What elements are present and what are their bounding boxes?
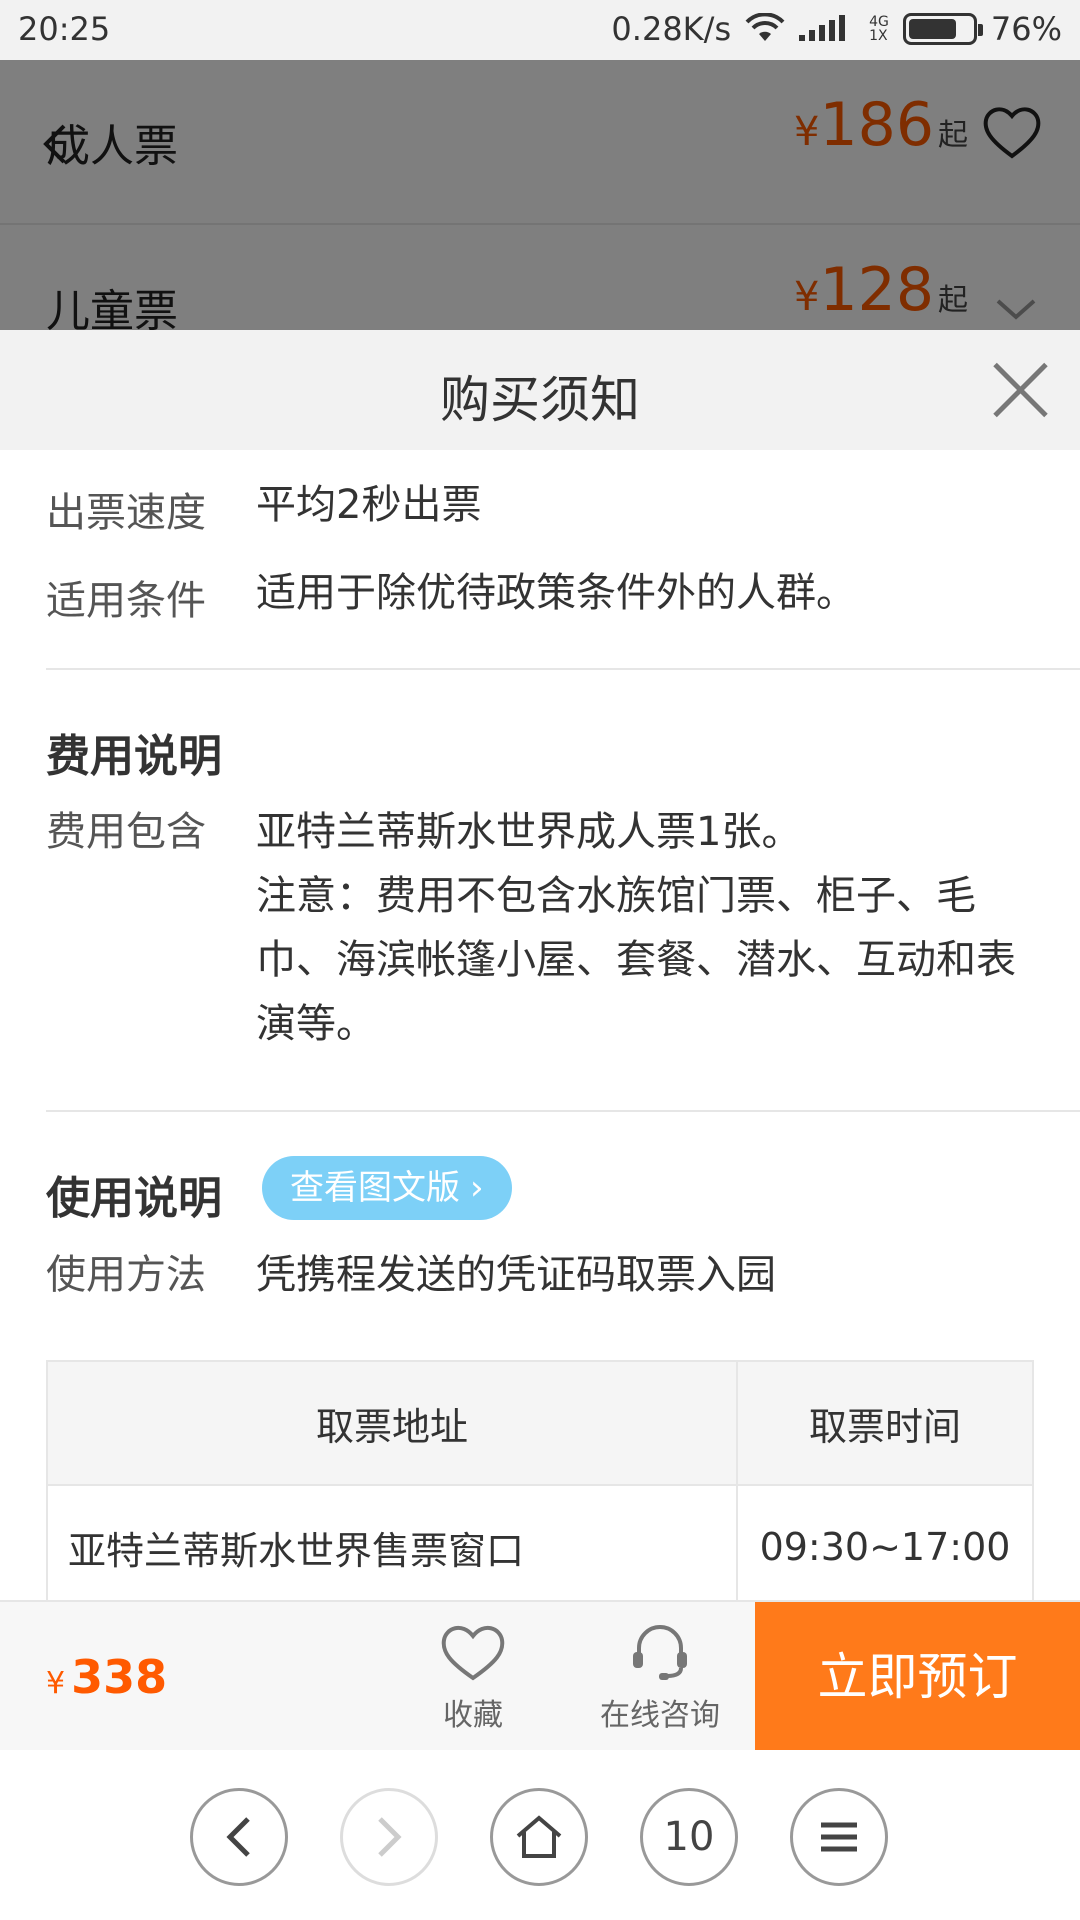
pickup-time: 09:30~17:00	[736, 1484, 1034, 1600]
fee-includes-row: 费用包含 亚特兰蒂斯水世界成人票1张。 注意：费用不包含水族馆门票、柜子、毛巾、…	[46, 800, 1036, 1056]
applicable-row: 适用条件 适用于除优待政策条件外的人群。	[46, 568, 1046, 626]
heart-icon	[441, 1625, 505, 1681]
pickup-table: 取票地址 取票时间 亚特兰蒂斯水世界售票窗口 09:30~17:00	[46, 1360, 1034, 1600]
close-icon[interactable]	[990, 360, 1050, 420]
divider	[46, 1110, 1080, 1112]
chevron-right-icon: ›	[470, 1168, 484, 1208]
modal-title: 购买须知	[440, 371, 640, 429]
consult-label: 在线咨询	[600, 1698, 720, 1733]
row-label: 适用条件	[46, 578, 206, 624]
favorite-label: 收藏	[443, 1698, 503, 1733]
tabs-button[interactable]: 10	[640, 1788, 738, 1886]
status-bar: 20:25 0.28K/s 4G 1X 76%	[0, 0, 1080, 60]
usage-section-title: 使用说明	[46, 1173, 222, 1224]
fee-includes-line: 亚特兰蒂斯水世界成人票1张。	[256, 809, 802, 855]
pickup-address: 亚特兰蒂斯水世界售票窗口	[46, 1484, 738, 1600]
status-time: 20:25	[18, 10, 111, 48]
ticket-speed-row: 出票速度 平均2秒出票	[46, 480, 1046, 538]
view-graphic-button[interactable]: 查看图文版 ›	[262, 1156, 512, 1220]
usage-method-row: 使用方法 凭携程发送的凭证码取票入园	[46, 1250, 1046, 1300]
battery-icon	[902, 13, 983, 45]
row-value: 凭携程发送的凭证码取票入园	[256, 1252, 776, 1298]
back-button[interactable]	[190, 1788, 288, 1886]
table-header-time: 取票时间	[736, 1360, 1034, 1486]
chevron-right-icon	[378, 1817, 402, 1857]
cell-signal-icon	[799, 13, 855, 45]
modal-header: 购买须知	[0, 330, 1080, 450]
home-button[interactable]	[490, 1788, 588, 1886]
chevron-left-icon	[226, 1817, 250, 1857]
fee-section-title: 费用说明	[46, 731, 222, 782]
home-icon	[516, 1815, 562, 1858]
table-header-address: 取票地址	[46, 1360, 738, 1486]
bottom-action-bar: ¥338 收藏 在线咨询 立即预订	[0, 1600, 1080, 1752]
battery-percent: 76%	[990, 10, 1062, 48]
fee-excludes-note: 注意：费用不包含水族馆门票、柜子、毛巾、海滨帐篷小屋、套餐、潜水、互动和表演等。	[256, 873, 1016, 1047]
favorite-button[interactable]: 收藏	[398, 1622, 548, 1734]
row-value: 适用于除优待政策条件外的人群。	[256, 570, 856, 616]
menu-button[interactable]	[790, 1788, 888, 1886]
tab-count: 10	[663, 1814, 715, 1860]
headset-icon	[633, 1625, 687, 1680]
row-label: 出票速度	[46, 490, 206, 536]
consult-button[interactable]: 在线咨询	[585, 1622, 735, 1734]
forward-button[interactable]	[340, 1788, 438, 1886]
row-value: 平均2秒出票	[256, 482, 482, 528]
menu-icon	[821, 1822, 857, 1852]
row-label: 使用方法	[46, 1252, 206, 1298]
browser-nav-bar: 10	[0, 1750, 1080, 1920]
book-now-button[interactable]: 立即预订	[755, 1602, 1080, 1752]
row-label: 费用包含	[46, 809, 206, 855]
network-type: 4G 1X	[869, 14, 889, 44]
modal-content[interactable]: 出票速度 平均2秒出票 适用条件 适用于除优待政策条件外的人群。 费用说明 费用…	[0, 450, 1080, 1600]
network-speed: 0.28K/s	[611, 10, 732, 48]
divider	[46, 668, 1080, 670]
total-price: ¥338	[46, 1650, 168, 1704]
wifi-icon	[745, 13, 785, 41]
table-row: 亚特兰蒂斯水世界售票窗口 09:30~17:00	[46, 1484, 1034, 1600]
dim-overlay[interactable]	[0, 60, 1080, 330]
